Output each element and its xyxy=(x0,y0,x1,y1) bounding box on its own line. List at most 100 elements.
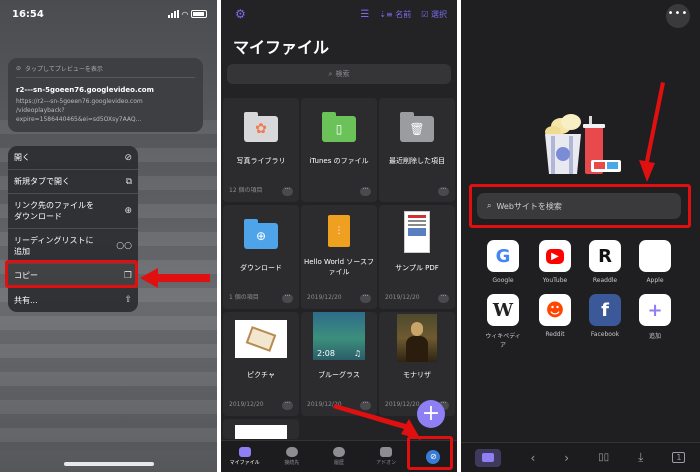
web-search-input[interactable]: ⌕ Webサイトを検索 xyxy=(477,193,681,219)
add-icon: + xyxy=(639,294,671,326)
tabs-icon[interactable]: 1 xyxy=(672,452,686,463)
tab-my-files[interactable]: マイファイル xyxy=(225,447,265,466)
file-item-picture[interactable]: ピクチャ 2019/12/20 ··· xyxy=(223,312,299,416)
more-icon[interactable]: ··· xyxy=(282,294,293,303)
more-icon[interactable]: ··· xyxy=(282,187,293,196)
link-preview[interactable]: ⊘ タップしてプレビューを表示 r2---sn-5goeen76.googlev… xyxy=(8,58,203,132)
readdle-icon: R xyxy=(589,240,621,272)
trash-folder-icon: 🗑 xyxy=(400,112,434,142)
red-arrow-icon xyxy=(140,268,210,288)
menu-item-add-reading-list[interactable]: リーディングリストに 追加 ○○ xyxy=(8,229,138,264)
file-item-mona-lisa[interactable]: モナリザ 2019/12/20 ··· xyxy=(379,312,455,416)
compass-small-icon: ⊘ xyxy=(16,65,22,72)
google-icon: G xyxy=(487,240,519,272)
select-button[interactable]: ☑ 選択 xyxy=(421,9,447,20)
favorite-add[interactable]: + 追加 xyxy=(635,294,675,340)
menu-item-open-new-tab[interactable]: 新規タブで開く ⧉ xyxy=(8,170,138,194)
bookmarks-icon[interactable]: ▯▯ xyxy=(598,452,609,463)
wikipedia-icon: W xyxy=(487,294,519,326)
file-item-sample-pdf[interactable]: サンプル PDF 2019/12/20 ··· xyxy=(379,205,455,309)
search-icon: ⌕ xyxy=(487,201,492,210)
menu-item-share[interactable]: 共有... ⇧ xyxy=(8,288,138,312)
status-bar: 16:54 ◠ xyxy=(12,6,207,22)
tab-addons[interactable]: アドオン xyxy=(366,447,406,466)
tab-history[interactable]: 履歴 xyxy=(319,447,359,466)
tab-connections[interactable]: 接続先 xyxy=(272,447,312,466)
favorite-readdle[interactable]: R Readdle xyxy=(585,240,625,284)
file-item-itunes[interactable]: ▯ iTunes のファイル ··· xyxy=(301,98,377,202)
glasses-icon: ○○ xyxy=(116,240,132,251)
bluegrass-thumbnail-icon: 2:08 ♫ xyxy=(313,312,365,360)
more-options-button[interactable]: ••• xyxy=(666,4,690,28)
wifi-icon: ◠ xyxy=(181,9,188,19)
download-icon[interactable]: ⤓ xyxy=(638,450,643,465)
sort-icon: ⇣≡ xyxy=(379,9,396,19)
page-title: マイファイル xyxy=(233,38,330,57)
share-icon: ⇧ xyxy=(124,295,132,305)
pdf-thumbnail-icon xyxy=(404,211,430,253)
signal-icon xyxy=(167,10,179,18)
favorite-reddit[interactable]: ☻ Reddit xyxy=(535,294,575,338)
folder-icon xyxy=(238,447,251,457)
favorite-google[interactable]: G Google xyxy=(483,240,523,284)
zip-file-icon: ⋮ xyxy=(328,215,350,247)
preview-url-title: r2---sn-5goeen76.googlevideo.com xyxy=(16,86,154,94)
status-time: 16:54 xyxy=(12,8,44,20)
favorite-apple[interactable]: Apple xyxy=(635,240,675,284)
more-icon[interactable]: ··· xyxy=(438,294,449,303)
network-icon xyxy=(285,447,298,457)
file-item-bluegrass[interactable]: 2:08 ♫ ブルーグラス 2019/12/20 ··· xyxy=(301,312,377,416)
safari-context-menu-screen: 16:54 ◠ ⊘ タップしてプレビューを表示 r2---sn-5goeen76… xyxy=(0,0,217,472)
forward-icon[interactable]: › xyxy=(564,451,569,465)
menu-item-open[interactable]: 開く ⊘ xyxy=(8,146,138,170)
file-item-downloads[interactable]: ⊕ ダウンロード 1 個の項目 ··· xyxy=(223,205,299,309)
facebook-icon: f xyxy=(589,294,621,326)
apple-icon xyxy=(639,240,671,272)
browser-tab-highlight-box xyxy=(407,436,453,470)
sort-button[interactable]: ⇣≡ 名前 xyxy=(379,9,411,20)
documents-my-files-screen: ⚙ ☰ ⇣≡ 名前 ☑ 選択 マイファイル ⌕ 検索 ✿ 写真ライブラリ 12 … xyxy=(221,0,457,472)
music-note-icon: ♫ xyxy=(353,349,361,358)
checkbox-icon: ☑ xyxy=(421,9,431,19)
add-button[interactable]: + xyxy=(417,400,445,428)
copy-highlight-box xyxy=(5,260,138,288)
status-icons: ◠ xyxy=(167,9,207,19)
reddit-icon: ☻ xyxy=(539,294,571,326)
clock-icon xyxy=(332,447,345,457)
file-item-partial[interactable] xyxy=(223,419,299,439)
more-icon[interactable]: ··· xyxy=(282,401,293,410)
red-arrow-icon xyxy=(639,82,665,182)
file-item-recently-deleted[interactable]: 🗑 最近削除した項目 ··· xyxy=(379,98,455,202)
more-icon[interactable]: ··· xyxy=(360,187,371,196)
download-folder-icon: ⊕ xyxy=(244,219,278,249)
file-item-photo-library[interactable]: ✿ 写真ライブラリ 12 個の項目 ··· xyxy=(223,98,299,202)
home-indicator xyxy=(64,462,154,466)
list-view-icon[interactable]: ☰ xyxy=(360,9,369,20)
download-icon: ⊕ xyxy=(124,205,132,216)
photos-folder-icon: ✿ xyxy=(244,112,278,142)
menu-item-download-linked-file[interactable]: リンク先のファイルを ダウンロード ⊕ xyxy=(8,194,138,229)
settings-gear-icon[interactable]: ⚙ xyxy=(235,7,246,21)
mona-lisa-thumbnail-icon xyxy=(397,314,437,362)
folder-icon[interactable] xyxy=(475,448,502,467)
popcorn-3d-glasses-illustration xyxy=(545,114,621,174)
preview-hint: ⊘ タップしてプレビューを表示 xyxy=(16,64,195,78)
files-toolbar: ⚙ ☰ ⇣≡ 名前 ☑ 選択 xyxy=(221,6,457,22)
picture-thumbnail-icon xyxy=(235,320,287,358)
new-tab-icon: ⧉ xyxy=(125,176,132,187)
built-in-browser-screen: ••• ⌕ Webサイトを検索 G Google ▶ YouTube R Rea… xyxy=(461,0,700,472)
favorite-youtube[interactable]: ▶ YouTube xyxy=(535,240,575,284)
screenshot-collage: 16:54 ◠ ⊘ タップしてプレビューを表示 r2---sn-5goeen76… xyxy=(0,0,700,472)
favorite-wikipedia[interactable]: W ウィキペディア xyxy=(483,294,523,349)
file-item-hello-world-source[interactable]: ⋮ Hello World ソースファイル 2019/12/20 ··· xyxy=(301,205,377,309)
more-icon[interactable]: ··· xyxy=(438,187,449,196)
more-icon[interactable]: ··· xyxy=(360,294,371,303)
favorite-facebook[interactable]: f Facebook xyxy=(585,294,625,338)
back-icon[interactable]: ‹ xyxy=(530,451,535,465)
youtube-icon: ▶ xyxy=(539,240,571,272)
battery-icon xyxy=(191,10,207,18)
browser-bottom-bar: ‹ › ▯▯ ⤓ 1 xyxy=(461,442,700,472)
search-icon: ⌕ xyxy=(328,69,333,78)
search-input[interactable]: ⌕ 検索 xyxy=(227,64,451,84)
itunes-folder-icon: ▯ xyxy=(322,112,356,142)
